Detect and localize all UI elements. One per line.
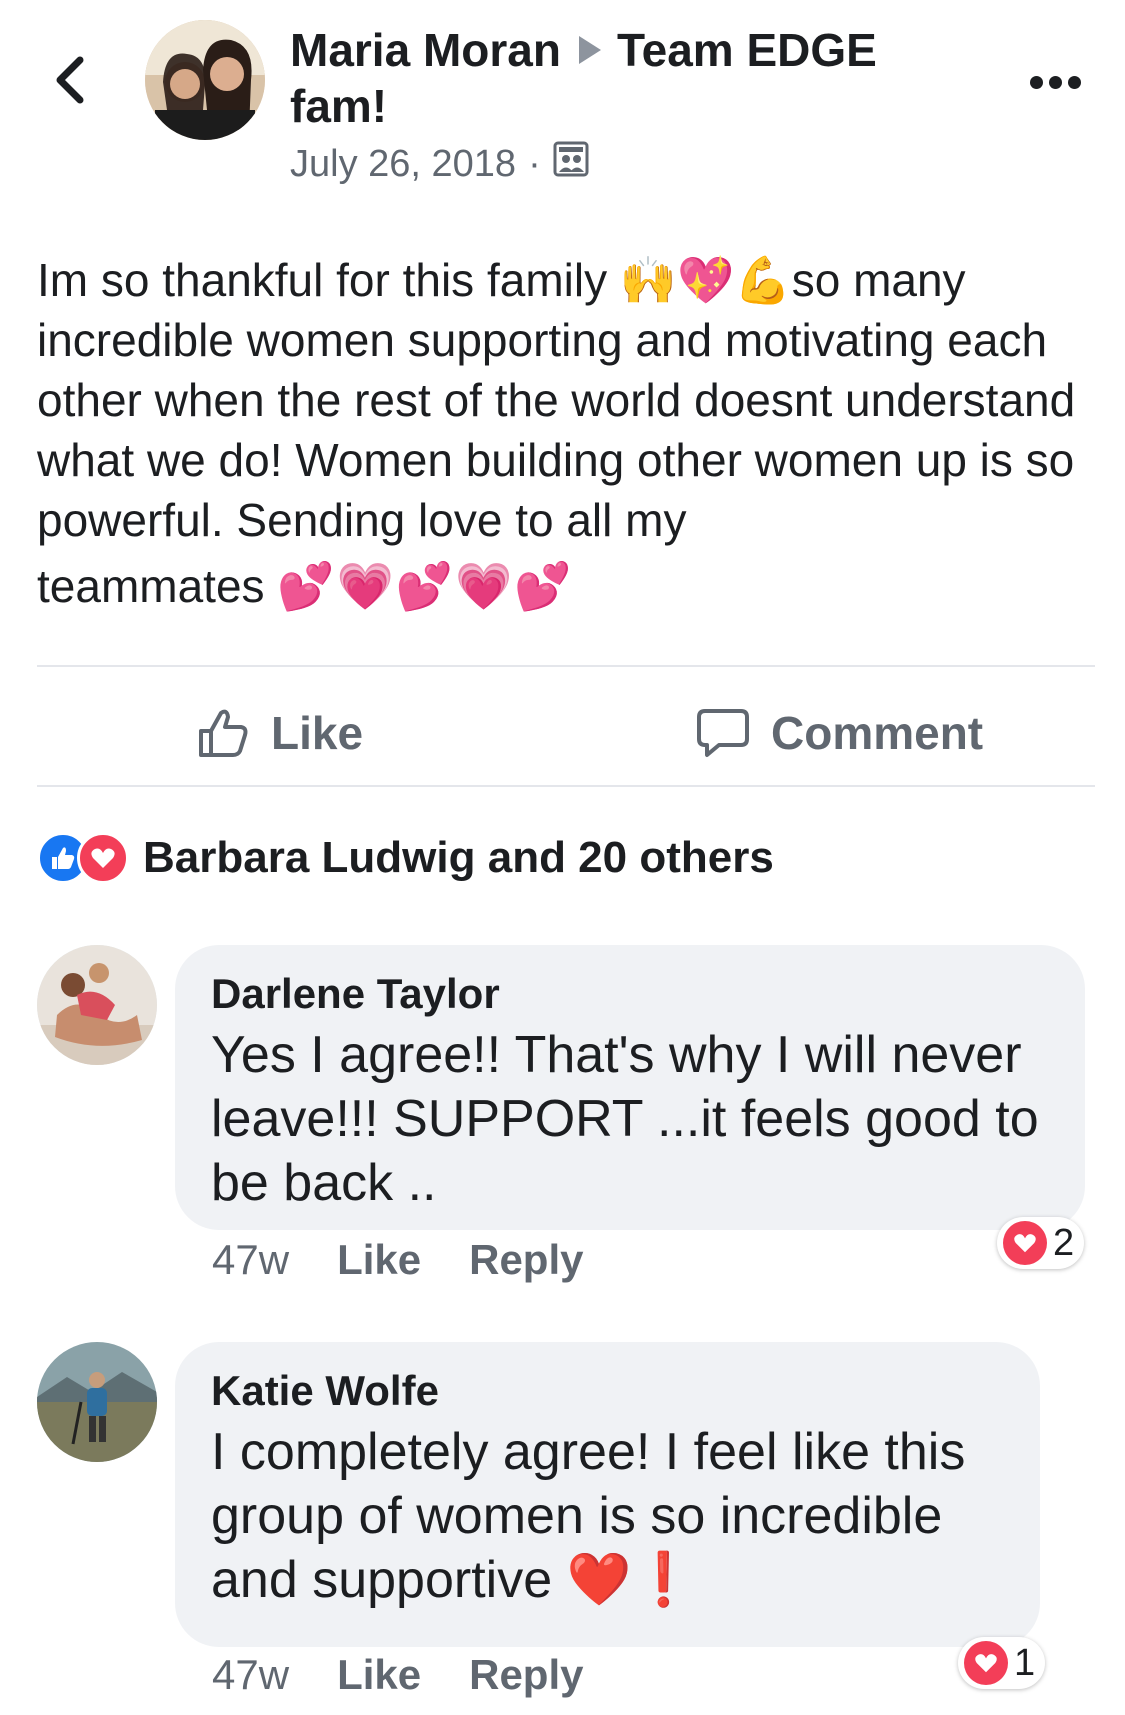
comment-like-button[interactable]: Like	[337, 1651, 421, 1699]
comment-button[interactable]: Comment	[695, 695, 983, 771]
comment-reply-button[interactable]: Reply	[469, 1236, 583, 1284]
group-name[interactable]: Team EDGE	[617, 24, 877, 76]
post-meta: July 26, 2018 ·	[290, 140, 589, 188]
heart-exclamation-emoji: ❤️❗	[566, 1551, 697, 1609]
commenter-name[interactable]: Darlene Taylor	[211, 969, 1049, 1019]
more-dot-icon	[1030, 75, 1043, 89]
comment-actions: 47w Like Reply	[212, 1651, 583, 1699]
meta-separator: ·	[528, 142, 541, 185]
comment-like-button[interactable]: Like	[337, 1236, 421, 1284]
reaction-count: 1	[1014, 1641, 1036, 1684]
commenter-avatar[interactable]	[37, 1342, 157, 1462]
arrow-right-icon	[578, 36, 601, 64]
divider	[37, 665, 1095, 667]
post-date[interactable]: July 26, 2018	[290, 143, 516, 186]
avatar-photo	[37, 1342, 157, 1462]
more-options-button[interactable]	[1030, 70, 1086, 94]
divider	[37, 785, 1095, 787]
reaction-count: 2	[1053, 1221, 1075, 1264]
comment-reply-button[interactable]: Reply	[469, 1651, 583, 1699]
comment-timestamp[interactable]: 47w	[212, 1236, 289, 1284]
group-audience-icon	[553, 141, 589, 187]
reactions-summary-text: Barbara Ludwig and 20 others	[143, 833, 774, 882]
more-dot-icon	[1049, 75, 1062, 89]
love-reaction-icon	[964, 1641, 1008, 1685]
back-button[interactable]	[50, 55, 90, 105]
love-reaction-icon	[77, 832, 129, 884]
comment-reaction-badge[interactable]: 1	[958, 1637, 1046, 1689]
comment-text: Yes I agree!! That's why I will never le…	[211, 1026, 1039, 1212]
avatar-photo	[145, 20, 265, 140]
comment-bubble[interactable]: Katie Wolfe I completely agree! I feel l…	[175, 1342, 1040, 1647]
like-label: Like	[271, 707, 364, 759]
like-button[interactable]: Like	[195, 695, 363, 771]
comment-icon	[697, 709, 749, 757]
post-text: Im so thankful for this family 🙌💖💪so man…	[37, 254, 1076, 612]
commenter-name[interactable]: Katie Wolfe	[211, 1366, 1004, 1416]
comment-label: Comment	[771, 707, 984, 759]
group-name-cont[interactable]: fam!	[290, 80, 387, 132]
love-reaction-icon	[1003, 1221, 1047, 1265]
post-title: Maria Moran Team EDGE fam!	[290, 22, 1050, 134]
commenter-avatar[interactable]	[37, 945, 157, 1065]
thumbs-up-icon	[199, 709, 248, 757]
comment-timestamp[interactable]: 47w	[212, 1651, 289, 1699]
more-dot-icon	[1068, 75, 1081, 89]
comment-reaction-badge[interactable]: 2	[997, 1217, 1085, 1269]
avatar-photo	[37, 945, 157, 1065]
comment-text: I completely agree! I feel like this gro…	[211, 1423, 966, 1609]
emoji-group: 🙌💖💪	[619, 254, 792, 306]
reactions-summary[interactable]: Barbara Ludwig and 20 others	[37, 825, 774, 891]
comment-bubble[interactable]: Darlene Taylor Yes I agree!! That's why …	[175, 945, 1085, 1230]
author-name[interactable]: Maria Moran	[290, 24, 561, 76]
chevron-left-icon	[56, 56, 84, 104]
comment-actions: 47w Like Reply	[212, 1236, 583, 1284]
author-avatar[interactable]	[145, 20, 265, 140]
hearts-emoji: 💕💗💕💗💕	[277, 560, 574, 612]
